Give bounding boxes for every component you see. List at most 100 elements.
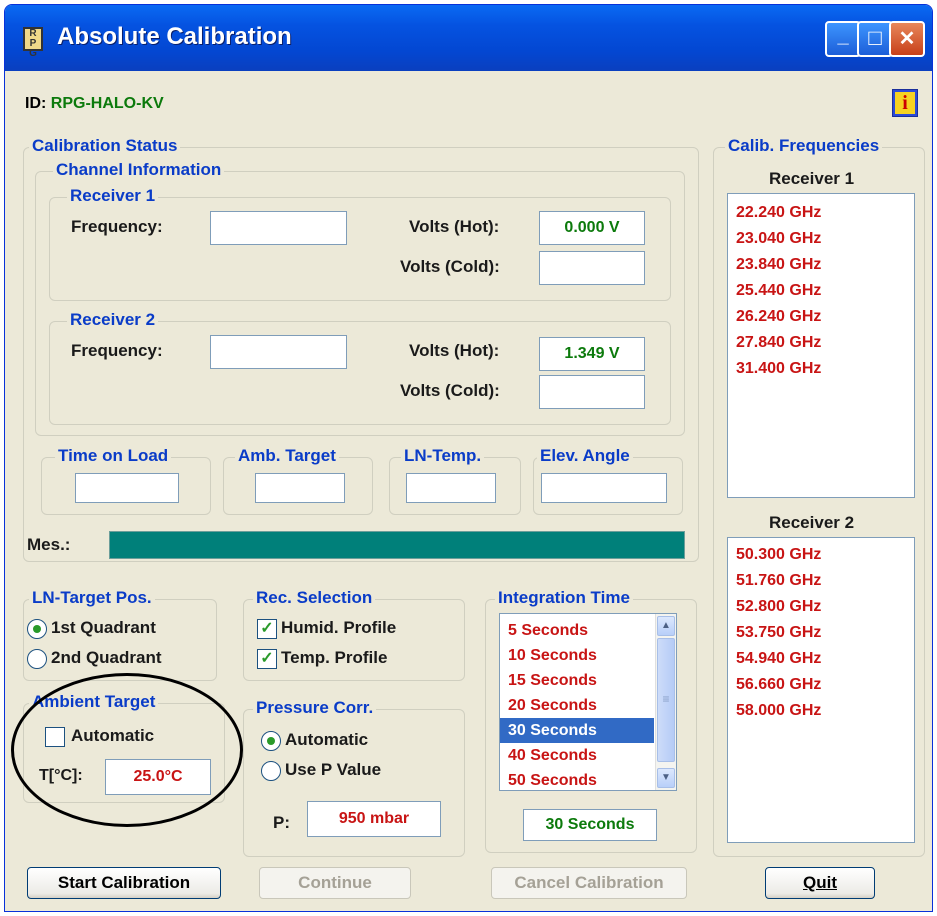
ln-temp-field[interactable]	[406, 473, 496, 503]
integration-time-display: 30 Seconds	[523, 809, 657, 841]
close-button[interactable]: ✕	[889, 21, 925, 57]
scroll-grip-icon: ≡	[662, 692, 670, 706]
frequency-item[interactable]: 31.400 GHz	[728, 356, 914, 382]
integration-item[interactable]: 10 Seconds	[500, 643, 676, 668]
mes-progress-bar	[109, 531, 685, 559]
start-calibration-button[interactable]: Start Calibration	[27, 867, 221, 899]
maximize-icon: □	[868, 25, 882, 50]
frequency-item[interactable]: 27.840 GHz	[728, 330, 914, 356]
frequency-item[interactable]: 23.040 GHz	[728, 226, 914, 252]
ln-target-pos-group	[23, 599, 217, 681]
minimize-button[interactable]: _	[825, 21, 861, 57]
calib-receiver2-title: Receiver 2	[769, 513, 855, 532]
frequency-item[interactable]: 26.240 GHz	[728, 304, 914, 330]
integration-time-list[interactable]: 5 Seconds 10 Seconds 15 Seconds 20 Secon…	[499, 613, 677, 791]
scroll-down-icon[interactable]: ▼	[657, 768, 675, 788]
amb-target-title: Amb. Target	[235, 446, 339, 466]
receiver1-volts-cold-field[interactable]	[539, 251, 645, 285]
time-on-load-field[interactable]	[75, 473, 179, 503]
rec-selection-title: Rec. Selection	[253, 588, 376, 608]
calib-receiver1-list[interactable]: 22.240 GHz 23.040 GHz 23.840 GHz 25.440 …	[727, 193, 915, 498]
receiver2-volts-cold-label: Volts (Cold):	[400, 381, 500, 400]
app-icon: R P G	[23, 27, 43, 59]
calib-receiver2-list[interactable]: 50.300 GHz 51.760 GHz 52.800 GHz 53.750 …	[727, 537, 915, 843]
integration-item[interactable]: 50 Seconds	[500, 768, 676, 790]
pressure-p-label: P:	[273, 813, 290, 832]
frequency-item[interactable]: 54.940 GHz	[728, 646, 914, 672]
ln-temp-title: LN-Temp.	[401, 446, 485, 466]
integration-item[interactable]: 15 Seconds	[500, 668, 676, 693]
radio-2nd-quadrant[interactable]	[27, 649, 47, 669]
pressure-corr-title: Pressure Corr.	[253, 698, 377, 718]
receiver1-frequency-label: Frequency:	[71, 217, 163, 236]
info-icon: i	[895, 92, 915, 114]
receiver2-volts-cold-field[interactable]	[539, 375, 645, 409]
ln-target-pos-title: LN-Target Pos.	[29, 588, 155, 608]
quit-button[interactable]: Quit	[765, 867, 875, 899]
window-title: Absolute Calibration	[57, 23, 292, 50]
frequency-item[interactable]: 56.660 GHz	[728, 672, 914, 698]
receiver2-volts-hot-field[interactable]: 1.349 V	[539, 337, 645, 371]
receiver1-frequency-field[interactable]	[210, 211, 347, 245]
frequency-item[interactable]: 50.300 GHz	[728, 542, 914, 568]
device-id-label: ID:	[25, 95, 47, 112]
cancel-calibration-button[interactable]: Cancel Calibration	[491, 867, 687, 899]
frequency-item[interactable]: 53.750 GHz	[728, 620, 914, 646]
calibration-status-title: Calibration Status	[29, 136, 181, 156]
checkbox-temp-profile-label: Temp. Profile	[281, 648, 388, 667]
checkbox-temp-profile[interactable]: ✓	[257, 649, 277, 669]
integration-time-title: Integration Time	[495, 588, 633, 608]
minimize-icon: _	[837, 25, 849, 47]
continue-label: Continue	[298, 873, 372, 892]
close-icon: ✕	[898, 28, 916, 50]
frequency-item[interactable]: 23.840 GHz	[728, 252, 914, 278]
frequency-item[interactable]: 22.240 GHz	[728, 200, 914, 226]
frequency-item[interactable]: 25.440 GHz	[728, 278, 914, 304]
receiver2-volts-hot-label: Volts (Hot):	[409, 341, 500, 360]
radio-pressure-automatic[interactable]	[261, 731, 281, 751]
receiver1-volts-hot-field[interactable]: 0.000 V	[539, 211, 645, 245]
device-id: ID: RPG-HALO-KV	[25, 95, 164, 113]
integration-item[interactable]: 5 Seconds	[500, 618, 676, 643]
title-bar[interactable]: R P G Absolute Calibration _ □ ✕	[5, 5, 932, 71]
integration-scrollbar[interactable]: ▲ ≡ ▼	[655, 614, 676, 790]
maximize-button[interactable]: □	[857, 21, 893, 57]
mes-label: Mes.:	[27, 535, 71, 554]
calib-frequencies-title: Calib. Frequencies	[725, 136, 883, 156]
channel-info-title: Channel Information	[53, 160, 225, 180]
amb-target-field[interactable]	[255, 473, 345, 503]
receiver2-title: Receiver 2	[67, 310, 159, 330]
quit-label: Quit	[803, 873, 837, 892]
checkbox-humid-profile[interactable]: ✓	[257, 619, 277, 639]
checkbox-humid-profile-label: Humid. Profile	[281, 618, 397, 637]
integration-item[interactable]: 20 Seconds	[500, 693, 676, 718]
start-calibration-label: Start Calibration	[57, 873, 191, 892]
main-window: R P G Absolute Calibration _ □ ✕ ID: RPG…	[4, 4, 933, 912]
pressure-value-field[interactable]: 950 mbar	[307, 801, 441, 837]
elev-angle-title: Elev. Angle	[537, 446, 633, 466]
continue-button[interactable]: Continue	[259, 867, 411, 899]
elev-angle-field[interactable]	[541, 473, 667, 503]
receiver1-title: Receiver 1	[67, 186, 159, 206]
scroll-thumb[interactable]: ≡	[657, 638, 675, 762]
frequency-item[interactable]: 51.760 GHz	[728, 568, 914, 594]
info-button[interactable]: i	[892, 89, 918, 117]
time-on-load-title: Time on Load	[55, 446, 172, 466]
radio-1st-quadrant[interactable]	[27, 619, 47, 639]
scroll-up-icon[interactable]: ▲	[657, 616, 675, 636]
radio-use-p-value[interactable]	[261, 761, 281, 781]
radio-2nd-quadrant-label: 2nd Quadrant	[51, 648, 162, 667]
frequency-item[interactable]: 58.000 GHz	[728, 698, 914, 724]
cancel-calibration-label: Cancel Calibration	[514, 873, 664, 892]
integration-item-selected[interactable]: 30 Seconds	[500, 718, 654, 743]
radio-use-p-value-label: Use P Value	[285, 760, 382, 779]
receiver1-volts-hot-label: Volts (Hot):	[409, 217, 500, 236]
radio-pressure-automatic-label: Automatic	[285, 730, 369, 749]
radio-1st-quadrant-label: 1st Quadrant	[51, 618, 156, 637]
frequency-item[interactable]: 52.800 GHz	[728, 594, 914, 620]
integration-item[interactable]: 40 Seconds	[500, 743, 676, 768]
annotation-circle	[11, 673, 243, 827]
calib-receiver1-title: Receiver 1	[769, 169, 855, 188]
receiver2-frequency-field[interactable]	[210, 335, 347, 369]
receiver1-volts-cold-label: Volts (Cold):	[400, 257, 500, 276]
